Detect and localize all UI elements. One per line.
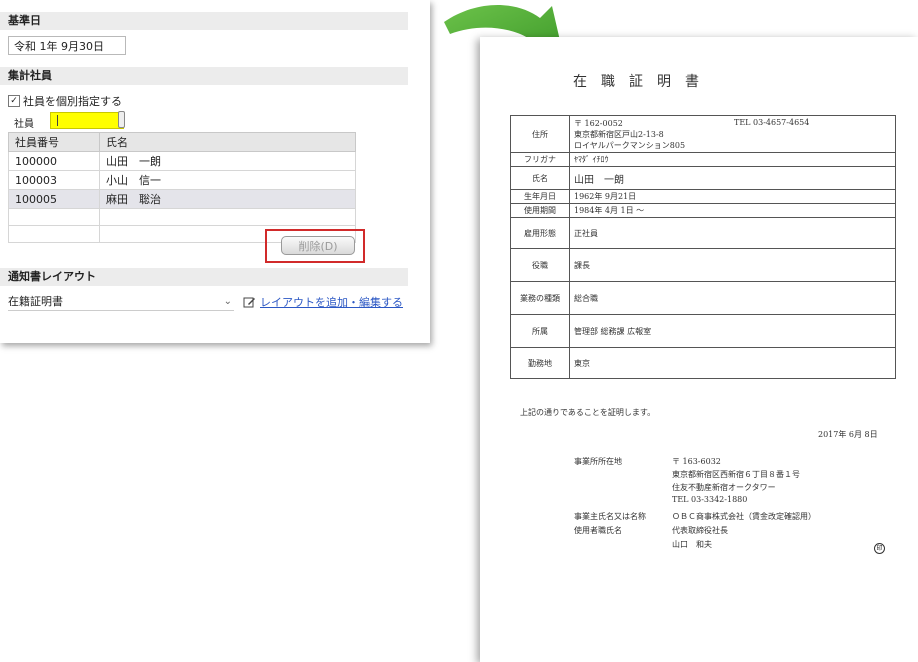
cert-row: 業務の種類 総合職	[510, 281, 896, 315]
employee-input[interactable]	[50, 112, 124, 129]
base-date-field[interactable]: 令和 1年 9月30日	[8, 36, 126, 55]
representative-label: 使用者職氏名	[574, 526, 622, 535]
cert-value: 山田 一朗	[569, 166, 896, 190]
table-row[interactable]: 100000 山田 一朗	[8, 151, 356, 171]
office-address-label: 事業所所在地	[574, 457, 622, 466]
office-postal: 〒 163-6032	[672, 457, 721, 466]
empty-cell	[8, 225, 100, 243]
employee-picker-button[interactable]	[118, 111, 125, 128]
office-tel: TEL 03-3342-1880	[672, 495, 748, 504]
cert-value: 課長	[569, 248, 896, 282]
employee-label: 社員	[14, 119, 34, 130]
cert-label: 使用期間	[510, 203, 570, 218]
cert-row: 氏名 山田 一朗	[510, 166, 896, 190]
layout-selected-value: 在籍証明書	[8, 295, 63, 308]
table-header-row: 社員番号 氏名	[8, 132, 356, 152]
edit-pencil-icon	[243, 297, 255, 307]
settings-panel: 基準日 令和 1年 9月30日 集計社員 ✓ 社員を個別指定する 社員 社員番号…	[0, 0, 430, 343]
employee-name-cell: 小山 信一	[99, 170, 356, 190]
representative-title: 代表取締役社長	[672, 526, 728, 535]
cert-value: 1962年 9月21日	[569, 189, 896, 204]
text-caret	[57, 115, 58, 126]
cert-label: 役職	[510, 248, 570, 282]
employee-number-cell: 100005	[8, 189, 100, 209]
edit-layout-link[interactable]: レイアウトを追加・編集する	[243, 294, 403, 310]
employee-name-cell: 麻田 聡治	[99, 189, 356, 209]
table-row-empty[interactable]	[8, 208, 356, 226]
office-address-line1: 東京都新宿区西新宿６丁目８番１号	[672, 470, 800, 479]
cert-row: 勤務地 東京	[510, 347, 896, 379]
base-date-header: 基準日	[0, 12, 408, 30]
cert-row-address: 住所 〒 162-0052 TEL 03-4657-4654 東京都新宿区戸山2…	[510, 115, 896, 153]
column-employee-name: 氏名	[99, 132, 356, 152]
cert-address-line1: 東京都新宿区戸山2-13-8	[574, 129, 664, 139]
cert-value: 正社員	[569, 217, 896, 249]
cert-label: 氏名	[510, 166, 570, 190]
table-row[interactable]: 100003 小山 信一	[8, 170, 356, 190]
layout-header: 通知書レイアウト	[0, 268, 408, 286]
individual-employee-checkbox[interactable]: ✓ 社員を個別指定する	[8, 93, 122, 109]
certificate-title: 在職証明書	[573, 74, 713, 90]
edit-layout-label: レイアウトを追加・編集する	[260, 296, 403, 309]
cert-row: 雇用形態 正社員	[510, 217, 896, 249]
cert-row: 生年月日 1962年 9月21日	[510, 189, 896, 204]
checkbox-checked-icon[interactable]: ✓	[8, 95, 20, 107]
cert-tel: TEL 03-4657-4654	[734, 117, 810, 127]
certificate-preview: 在職証明書 住所 〒 162-0052 TEL 03-4657-4654 東京都…	[480, 37, 918, 662]
cert-label: 生年月日	[510, 189, 570, 204]
cert-value: 総合職	[569, 281, 896, 315]
employer-label: 事業主氏名又は名称	[574, 512, 646, 521]
employee-table: 社員番号 氏名 100000 山田 一朗 100003 小山 信一 100005…	[8, 132, 356, 243]
seal-icon: 印	[874, 543, 885, 554]
individual-employee-label: 社員を個別指定する	[23, 95, 122, 108]
cert-address-line2: ロイヤルパークマンション805	[574, 140, 686, 150]
cert-label: 所属	[510, 314, 570, 348]
representative-name: 山口 和夫	[672, 540, 712, 549]
cert-value: ﾔﾏﾀﾞ ｲﾁﾛｳ	[569, 152, 896, 167]
cert-label: 業務の種類	[510, 281, 570, 315]
cert-row: 役職 課長	[510, 248, 896, 282]
cert-value: 1984年 4月 1日 〜	[569, 203, 896, 218]
employee-name-cell: 山田 一朗	[99, 151, 356, 171]
cert-row: 所属 管理部 総務課 広報室	[510, 314, 896, 348]
layout-select[interactable]: 在籍証明書 ⌄	[8, 293, 234, 311]
column-employee-number: 社員番号	[8, 132, 100, 152]
cert-value: 東京	[569, 347, 896, 379]
cert-postal: 〒 162-0052	[574, 118, 623, 128]
cert-label: 住所	[510, 115, 570, 153]
cert-value: 管理部 総務課 広報室	[569, 314, 896, 348]
issue-date: 2017年 6月 8日	[818, 430, 878, 439]
chevron-down-icon[interactable]: ⌄	[224, 293, 232, 310]
cert-label: 勤務地	[510, 347, 570, 379]
empty-cell	[99, 208, 356, 226]
employer-name: ＯＢＣ商事株式会社（賃金改定確認用）	[672, 512, 816, 521]
cert-row: フリガナ ﾔﾏﾀﾞ ｲﾁﾛｳ	[510, 152, 896, 167]
cert-row: 使用期間 1984年 4月 1日 〜	[510, 203, 896, 218]
certificate-statement: 上記の通りであることを証明します。	[520, 408, 656, 417]
cert-address-value: 〒 162-0052 TEL 03-4657-4654 東京都新宿区戸山2-13…	[569, 115, 896, 153]
cert-label: フリガナ	[510, 152, 570, 167]
delete-button[interactable]: 削除(D)	[281, 236, 355, 255]
office-address-line2: 住友不動産新宿オークタワー	[672, 483, 776, 492]
employees-header: 集計社員	[0, 67, 408, 85]
employee-number-cell: 100000	[8, 151, 100, 171]
empty-cell	[8, 208, 100, 226]
cert-label: 雇用形態	[510, 217, 570, 249]
table-row-selected[interactable]: 100005 麻田 聡治	[8, 189, 356, 209]
certificate-table: 住所 〒 162-0052 TEL 03-4657-4654 東京都新宿区戸山2…	[510, 115, 896, 379]
employee-number-cell: 100003	[8, 170, 100, 190]
